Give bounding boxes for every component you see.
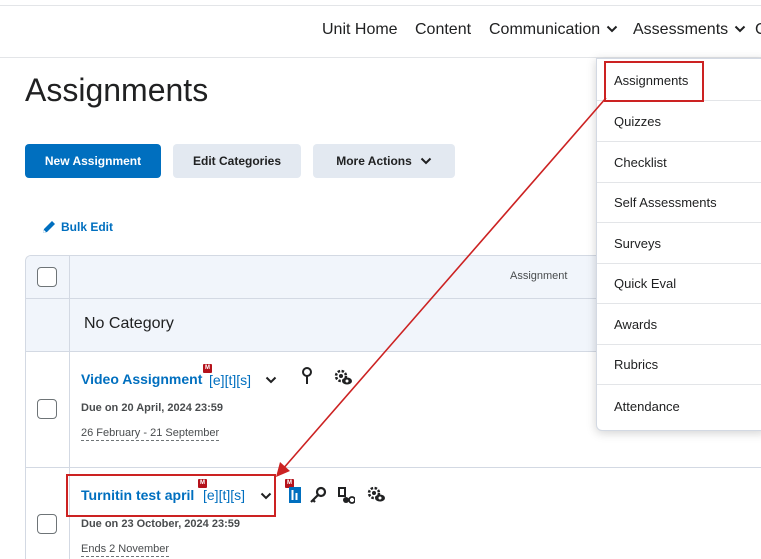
annotation-arrow bbox=[276, 97, 607, 477]
